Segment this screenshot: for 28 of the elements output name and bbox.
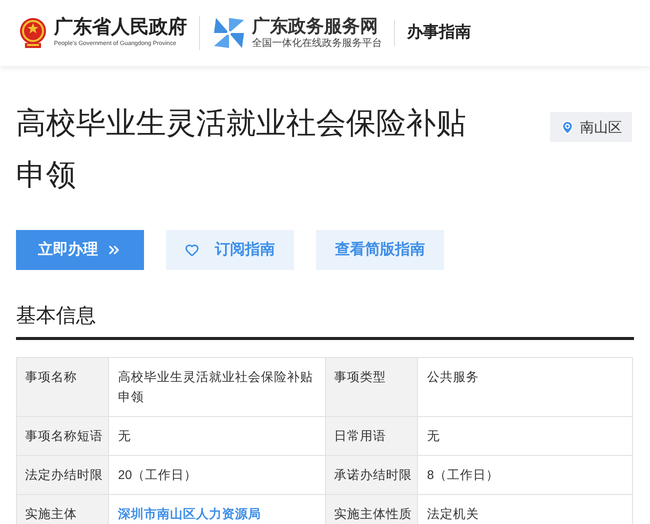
- emblem-icon: [18, 17, 48, 49]
- portal-slogan: 全国一体化在线政务服务平台: [252, 37, 382, 51]
- field-label: 法定办结时限: [16, 456, 108, 494]
- field-value: 无: [108, 416, 326, 456]
- simple-guide-button[interactable]: 查看简版指南: [316, 230, 444, 270]
- gov-name[interactable]: 广东省人民政府: [54, 17, 187, 39]
- heart-icon: [185, 243, 199, 257]
- pinwheel-logo-icon: [212, 16, 246, 50]
- field-label: 事项名称: [16, 358, 108, 416]
- field-label: 事项名称短语: [16, 416, 108, 456]
- field-label: 承诺办结时限: [326, 456, 418, 494]
- field-label: 实施主体性质: [326, 494, 418, 524]
- apply-now-button[interactable]: 立即办理: [16, 230, 144, 270]
- page-title: 高校毕业生灵活就业社会保险补贴申领: [16, 106, 467, 194]
- field-value: 20（工作日）: [108, 456, 326, 494]
- location-pin-icon: [560, 120, 575, 134]
- field-value: 无: [418, 416, 632, 456]
- field-value: 8（工作日）: [418, 456, 632, 494]
- section-heading: 基本信息: [16, 304, 97, 329]
- portal-name[interactable]: 广东政务服务网: [252, 15, 382, 37]
- location-tag[interactable]: 南山区: [550, 112, 632, 142]
- field-label: 日常用语: [326, 416, 418, 456]
- subscribe-button[interactable]: 订阅指南: [166, 230, 294, 270]
- field-label: 事项类型: [326, 358, 418, 416]
- field-value: 高校毕业生灵活就业社会保险补贴申领: [108, 358, 326, 416]
- field-value: 公共服务: [418, 358, 632, 416]
- field-label: 实施主体: [16, 494, 108, 524]
- section-title: 办事指南: [407, 22, 471, 43]
